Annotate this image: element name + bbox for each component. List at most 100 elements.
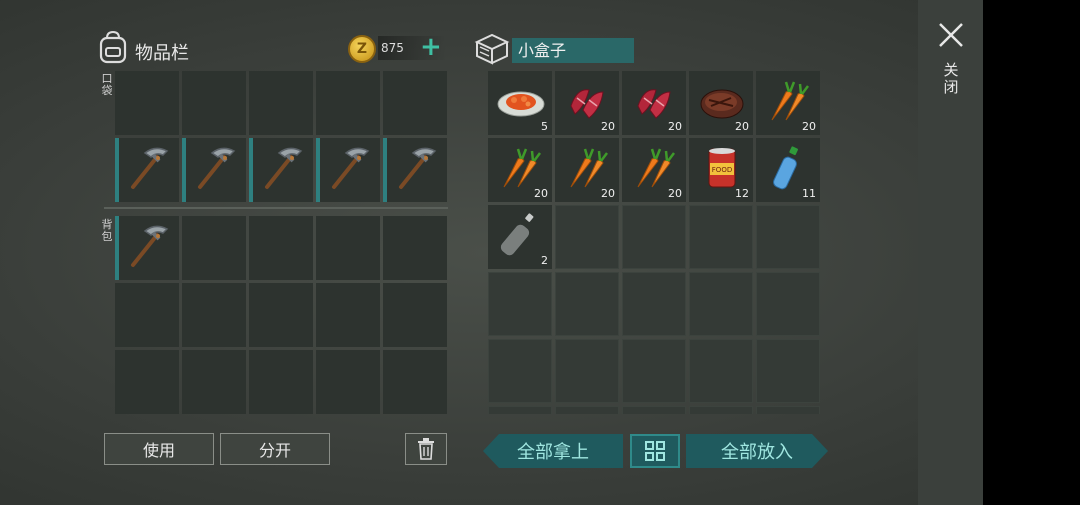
- backpack-slot[interactable]: [249, 216, 313, 280]
- backpack-slot[interactable]: [182, 350, 246, 414]
- box-slot[interactable]: [689, 272, 753, 336]
- carrot-icon: [563, 143, 613, 193]
- item-count: 20: [802, 120, 816, 133]
- pickaxe-icon: [123, 143, 173, 193]
- backpack-slot[interactable]: [383, 350, 447, 414]
- inventory-header: 物品栏 Z 875 +: [98, 30, 448, 70]
- salad-plate-icon: [496, 76, 546, 126]
- backpack-slot[interactable]: [115, 283, 179, 347]
- backpack-slot[interactable]: [182, 216, 246, 280]
- box-slot[interactable]: 20: [555, 71, 619, 135]
- put-all-button[interactable]: 全部放入: [686, 434, 828, 468]
- backpack-slot[interactable]: [115, 216, 179, 280]
- backpack-label: 背包: [101, 218, 113, 243]
- box-slot[interactable]: [555, 205, 619, 269]
- item-count: 20: [668, 187, 682, 200]
- item-count: 20: [601, 120, 615, 133]
- box-slot[interactable]: [622, 406, 686, 414]
- box-grid: 5 20 20 20 20 20 20 20 FOOD 12 11 2: [488, 71, 820, 414]
- pocket-slot[interactable]: [182, 71, 246, 135]
- empty-bottle-icon: [496, 210, 546, 260]
- pickaxe-icon: [391, 143, 441, 193]
- box-slot[interactable]: 20: [555, 138, 619, 202]
- box-slot[interactable]: 20: [689, 71, 753, 135]
- box-slot[interactable]: [622, 272, 686, 336]
- close-icon[interactable]: [936, 20, 966, 50]
- box-slot[interactable]: [756, 205, 820, 269]
- box-slot[interactable]: 20: [622, 138, 686, 202]
- backpack-slot[interactable]: [316, 283, 380, 347]
- item-count: 20: [735, 120, 749, 133]
- crate-icon: [474, 33, 510, 65]
- pocket-slot[interactable]: [383, 138, 447, 202]
- box-slot[interactable]: [756, 339, 820, 403]
- backpack-slot[interactable]: [316, 216, 380, 280]
- box-slot[interactable]: 5: [488, 71, 552, 135]
- box-slot[interactable]: [689, 339, 753, 403]
- raw-meat-icon: [563, 76, 613, 126]
- box-slot[interactable]: [689, 205, 753, 269]
- carrot-icon: [496, 143, 546, 193]
- backpack-slot[interactable]: [383, 283, 447, 347]
- item-count: 11: [802, 187, 816, 200]
- pocket-slot[interactable]: [316, 138, 380, 202]
- pocket-slot[interactable]: [249, 138, 313, 202]
- pocket-slot[interactable]: [115, 71, 179, 135]
- water-bottle-icon: [764, 143, 814, 193]
- box-slot[interactable]: [756, 406, 820, 414]
- coin-icon: Z: [348, 35, 376, 63]
- box-slot[interactable]: 20: [488, 138, 552, 202]
- backpack-slot[interactable]: [316, 350, 380, 414]
- backpack-grid: [115, 216, 447, 414]
- item-count: 20: [668, 120, 682, 133]
- box-slot[interactable]: FOOD 12: [689, 138, 753, 202]
- pickaxe-icon: [257, 143, 307, 193]
- box-slot[interactable]: [555, 339, 619, 403]
- screen-edge: [983, 0, 1080, 505]
- backpack-slot[interactable]: [383, 216, 447, 280]
- box-slot[interactable]: 2: [488, 205, 552, 269]
- box-slot[interactable]: [555, 406, 619, 414]
- box-slot[interactable]: [622, 205, 686, 269]
- steak-icon: [697, 76, 747, 126]
- carrot-icon: [764, 76, 814, 126]
- pocket-slot[interactable]: [316, 71, 380, 135]
- take-all-button[interactable]: 全部拿上: [483, 434, 623, 468]
- backpack-icon: [99, 30, 127, 64]
- raw-meat-icon: [630, 76, 680, 126]
- item-count: 5: [541, 120, 548, 133]
- use-button[interactable]: 使用: [104, 433, 214, 465]
- backpack-slot[interactable]: [249, 350, 313, 414]
- box-slot[interactable]: [488, 272, 552, 336]
- split-button[interactable]: 分开: [220, 433, 330, 465]
- backpack-slot[interactable]: [249, 283, 313, 347]
- box-slot[interactable]: 20: [756, 71, 820, 135]
- backpack-slot[interactable]: [182, 283, 246, 347]
- canned-food-icon: FOOD: [697, 143, 747, 193]
- box-slot[interactable]: [488, 339, 552, 403]
- close-label[interactable]: 关闭: [943, 62, 959, 96]
- box-slot[interactable]: [756, 272, 820, 336]
- box-slot[interactable]: [488, 406, 552, 414]
- backpack-slot[interactable]: [115, 350, 179, 414]
- item-count: 20: [601, 187, 615, 200]
- box-slot[interactable]: 20: [622, 71, 686, 135]
- pocket-slot[interactable]: [383, 71, 447, 135]
- item-count: 12: [735, 187, 749, 200]
- svg-text:FOOD: FOOD: [712, 166, 732, 174]
- box-slot[interactable]: [689, 406, 753, 414]
- add-coins-button[interactable]: +: [420, 33, 442, 61]
- pocket-slot[interactable]: [115, 138, 179, 202]
- box-slot[interactable]: [622, 339, 686, 403]
- grid-sort-icon: [645, 441, 665, 461]
- section-divider: [104, 207, 448, 209]
- sort-button[interactable]: [630, 434, 680, 468]
- trash-button[interactable]: [405, 433, 447, 465]
- pocket-slot[interactable]: [249, 71, 313, 135]
- pocket-slot[interactable]: [182, 138, 246, 202]
- item-count: 20: [534, 187, 548, 200]
- pickaxe-icon: [324, 143, 374, 193]
- box-slot[interactable]: [555, 272, 619, 336]
- pocket-grid: [115, 71, 447, 202]
- box-slot[interactable]: 11: [756, 138, 820, 202]
